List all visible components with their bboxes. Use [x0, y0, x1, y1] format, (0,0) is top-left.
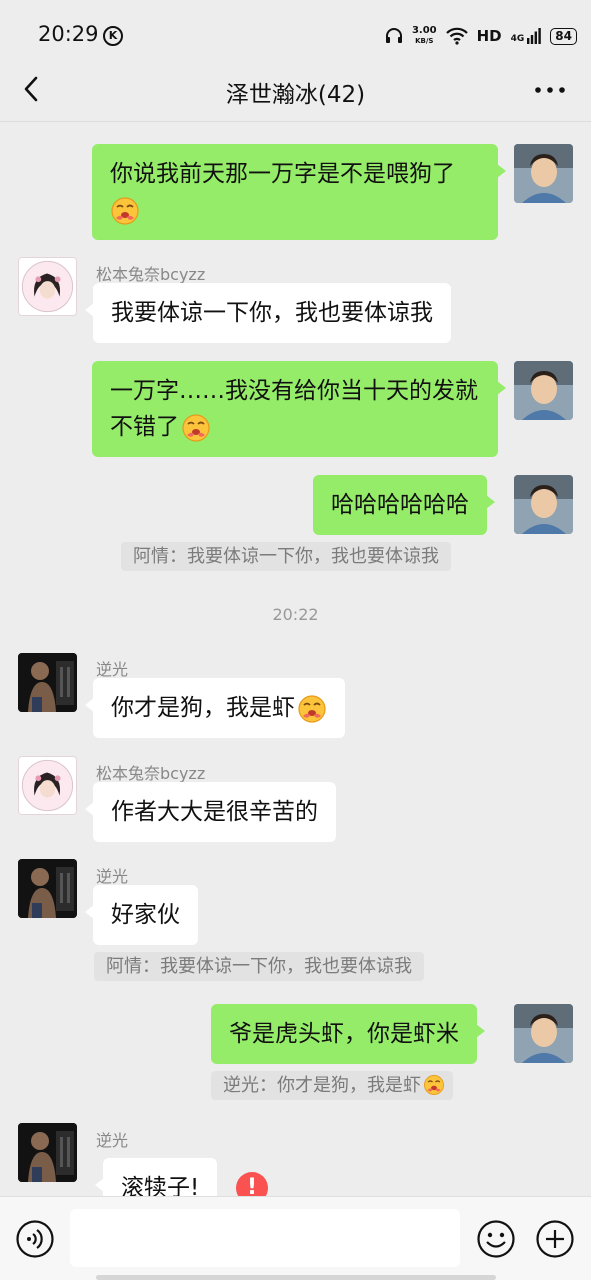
message-text: 一万字……我没有给你当十天的发就不错了 — [110, 378, 478, 440]
message-bubble-received[interactable]: 我要体谅一下你，我也要体谅我 — [85, 283, 451, 343]
status-right: 3.00 KB/S HD 4G 84 — [385, 24, 577, 48]
sender-name: 逆光 — [96, 1131, 129, 1150]
voice-icon[interactable] — [15, 1219, 55, 1259]
message-bubble-received[interactable]: 作者大大是很辛苦的 — [85, 782, 336, 842]
k-badge-icon: K — [103, 26, 123, 46]
plus-icon[interactable] — [535, 1219, 575, 1259]
message-bubble-received[interactable]: 好家伙 — [85, 885, 198, 945]
message-text: 好家伙 — [111, 902, 180, 928]
drooling-face-emoji — [297, 694, 327, 724]
quoted-reply[interactable]: 阿情：我要体谅一下你，我也要体谅我 — [94, 952, 424, 981]
message-text: 爷是虎头虾，你是虾米 — [229, 1021, 459, 1047]
more-dots-icon[interactable] — [533, 76, 567, 104]
message-bubble-received[interactable]: 你才是狗，我是虾 — [85, 678, 345, 738]
message-bubble-sent[interactable]: 爷是虎头虾，你是虾米 — [211, 1004, 485, 1064]
avatar[interactable] — [18, 756, 77, 815]
message-bubble-sent[interactable]: 哈哈哈哈哈哈 — [313, 475, 495, 535]
message-text: 我要体谅一下你，我也要体谅我 — [111, 300, 433, 326]
net-speed-value: 3.00 — [411, 25, 437, 36]
sender-name: 松本兔奈bcyzz — [96, 764, 206, 783]
signal-indicator: 4G — [511, 28, 542, 44]
signal-bars-icon — [527, 28, 542, 44]
sender-name: 松本兔奈bcyzz — [96, 265, 206, 284]
message-bubble-sent[interactable]: 你说我前天那一万字是不是喂狗了 — [92, 144, 506, 240]
message-text: 你才是狗，我是虾 — [111, 695, 295, 721]
quoted-reply-text: 逆光：你才是狗，我是虾 — [223, 1075, 421, 1096]
headphones-icon — [385, 28, 402, 43]
avatar[interactable] — [514, 475, 573, 534]
message-text: 作者大大是很辛苦的 — [111, 799, 318, 825]
signal-type: 4G — [510, 34, 525, 44]
avatar[interactable] — [514, 361, 573, 420]
drooling-face-emoji — [181, 413, 211, 443]
chat-header: 泽世瀚冰(42) — [0, 58, 591, 122]
sender-name: 逆光 — [96, 660, 129, 679]
sender-name: 逆光 — [96, 867, 129, 886]
emoji-icon[interactable] — [476, 1219, 516, 1259]
avatar[interactable] — [514, 1004, 573, 1063]
avatar[interactable] — [18, 859, 77, 918]
battery-indicator: 84 — [550, 27, 577, 45]
message-text: 你说我前天那一万字是不是喂狗了 — [110, 161, 455, 187]
chat-title: 泽世瀚冰(42) — [225, 82, 366, 108]
message-input[interactable] — [70, 1209, 460, 1267]
avatar[interactable] — [18, 1123, 77, 1182]
home-indicator — [96, 1275, 496, 1280]
net-speed-unit: KB/S — [415, 37, 434, 45]
avatar[interactable] — [18, 653, 77, 712]
drooling-face-emoji — [423, 1074, 445, 1096]
net-speed: 3.00 KB/S — [412, 26, 437, 46]
wifi-icon — [445, 27, 468, 45]
chat-timestamp: 20:22 — [272, 605, 319, 624]
message-text: 哈哈哈哈哈哈 — [331, 492, 469, 518]
message-bubble-sent[interactable]: 一万字……我没有给你当十天的发就不错了 — [92, 361, 506, 457]
hd-label: HD — [476, 27, 502, 45]
input-bar — [0, 1196, 591, 1280]
status-time: 20:29 — [38, 22, 99, 46]
drooling-face-emoji — [110, 196, 140, 226]
quoted-reply[interactable]: 阿情：我要体谅一下你，我也要体谅我 — [121, 542, 451, 571]
avatar[interactable] — [514, 144, 573, 203]
avatar[interactable] — [18, 257, 77, 316]
quoted-reply[interactable]: 逆光：你才是狗，我是虾 — [211, 1071, 453, 1100]
